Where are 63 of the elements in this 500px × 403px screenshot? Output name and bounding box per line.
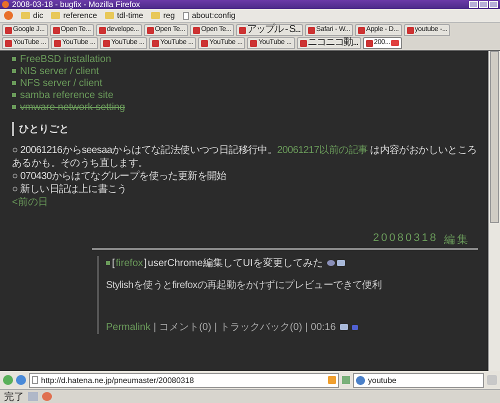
link[interactable]: vmware network setting: [20, 102, 126, 112]
scrollbar[interactable]: [488, 51, 500, 371]
entry-date[interactable]: 20080318: [373, 232, 438, 247]
bookmark-label: reg: [163, 11, 175, 20]
entry-time: 00:16: [310, 322, 336, 332]
comments-link[interactable]: コメント(0): [159, 320, 212, 334]
maximize-button[interactable]: [479, 1, 488, 8]
scroll-thumb[interactable]: [490, 51, 499, 223]
status-text: 完了: [4, 390, 24, 403]
search-field[interactable]: youtube: [353, 372, 484, 388]
bookmark-label: dic: [33, 11, 44, 20]
section-heading: ひとりごと: [12, 122, 478, 136]
close-icon[interactable]: [391, 40, 400, 46]
bracket: ]: [144, 258, 147, 268]
separator: |: [153, 322, 156, 332]
link[interactable]: NFS server / client: [20, 78, 102, 88]
close-button[interactable]: [489, 1, 498, 8]
folder-icon: [105, 12, 114, 19]
note-text: ○ 新しい日記は上に書こう: [12, 183, 128, 196]
folder-icon: [21, 12, 30, 19]
bookmark[interactable]: reference: [51, 11, 98, 20]
bookmark-label: reference: [63, 11, 98, 20]
bookmark-label: about:config: [192, 11, 236, 20]
forward-icon[interactable]: [16, 375, 26, 385]
separator: |: [214, 322, 217, 332]
bullet-icon: [12, 93, 16, 97]
bookmark[interactable]: about:config: [182, 11, 236, 20]
tab[interactable]: ニコニコ動...: [296, 37, 361, 49]
square-icon: [106, 261, 110, 265]
tab[interactable]: アップル - S...: [236, 24, 304, 36]
edit-link[interactable]: 編集: [444, 232, 470, 247]
page-icon: [406, 26, 414, 34]
globe-icon: [356, 376, 365, 384]
previous-day-link[interactable]: <前の日: [12, 196, 48, 210]
bookmark-label: tdl-time: [117, 11, 144, 20]
permalink-link[interactable]: Permalink: [106, 322, 150, 332]
note-text: ○ 070430からはてなグループを使った更新を開始: [12, 170, 228, 183]
bullet-icon: [12, 69, 16, 73]
link[interactable]: 20061217以前の記事: [277, 145, 368, 156]
page-icon: [32, 376, 38, 384]
bracket: [: [112, 258, 115, 268]
link[interactable]: samba reference site: [20, 90, 114, 100]
bullet-icon: [12, 105, 16, 109]
address-field[interactable]: http://d.hatena.ne.jp/pneumaster/20080318: [29, 372, 339, 388]
minimize-button[interactable]: [469, 1, 478, 8]
category-link[interactable]: firefox: [116, 258, 144, 268]
folder-icon: [151, 12, 160, 19]
bullet-icon: [12, 57, 16, 61]
folder-icon: [51, 12, 60, 19]
link[interactable]: FreeBSD installation: [20, 54, 112, 64]
bookmark[interactable]: dic: [21, 11, 44, 20]
back-icon[interactable]: [3, 375, 13, 385]
bookmark[interactable]: tdl-time: [105, 11, 144, 20]
entry-body: Stylishを使うとfirefoxの再起動をかけずにプレビューできて便利: [106, 278, 383, 292]
trackbacks-link[interactable]: トラックバック(0): [220, 320, 302, 334]
window-title: 2008-03-18 - bugfix - Mozilla Firefox: [12, 0, 140, 9]
entry-title: userChrome編集してUIを変更してみた: [148, 256, 323, 270]
bullet-icon: [12, 81, 16, 85]
link[interactable]: NIS server / client: [20, 66, 99, 76]
feed-icon[interactable]: [328, 376, 336, 384]
bookmark[interactable]: reg: [151, 11, 175, 20]
note-text: ○ 20061216からseesaaからはてな記法使いつつ日記移行中。20061217以前の記事 は内容がおかしいところあるかも。そのうち直します。: [12, 144, 478, 170]
separator: |: [305, 322, 308, 332]
